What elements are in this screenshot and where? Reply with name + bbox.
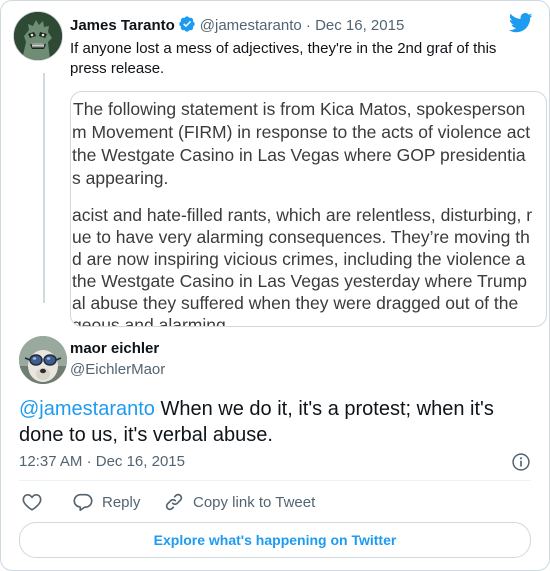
- reply-date: Dec 16, 2015: [95, 453, 185, 470]
- divider: [19, 480, 531, 481]
- dog-avatar-icon: [19, 336, 67, 384]
- reply-bubble-icon: [73, 493, 93, 512]
- mention-link[interactable]: @jamestaranto: [19, 398, 155, 420]
- reply-author-name[interactable]: maor eichler: [70, 340, 159, 357]
- media-text-line: ue to have very alarming consequences. T…: [72, 227, 530, 247]
- parent-handle-date[interactable]: @jamestaranto · Dec 16, 2015: [200, 17, 405, 34]
- dot-separator: ·: [86, 453, 92, 470]
- info-icon[interactable]: [511, 452, 531, 472]
- media-text-line: m Movement (FIRM) in response to the act…: [72, 122, 531, 142]
- link-icon: [165, 493, 183, 511]
- media-text-line: d are now inspiring vicious crimes, incl…: [72, 249, 526, 269]
- tweet-embed-card: James Taranto @jamestaranto · Dec 16, 201…: [0, 0, 550, 571]
- media-text-line: al abuse they suffered when they were dr…: [72, 293, 519, 313]
- parent-author-name[interactable]: James Taranto: [70, 17, 175, 34]
- media-text-line: The following statement is from Kica Mat…: [73, 99, 526, 119]
- reply-author-avatar[interactable]: [19, 336, 67, 384]
- media-text-line: s appearing.: [72, 168, 169, 188]
- godzilla-icon: [14, 12, 62, 60]
- parent-author-handle: @jamestaranto: [199, 17, 302, 34]
- parent-tweet-text: If anyone lost a mess of adjectives, the…: [70, 40, 497, 77]
- parent-author-avatar[interactable]: [13, 11, 63, 61]
- press-release-image[interactable]: The following statement is from Kica Mat…: [70, 91, 547, 327]
- twitter-bird-icon[interactable]: [509, 13, 533, 33]
- parent-tweet-date: Dec 16, 2015: [315, 17, 405, 34]
- reply-timestamp[interactable]: 12:37 AM · Dec 16, 2015: [19, 453, 185, 470]
- media-text-line: acist and hate-filled rants, which are r…: [72, 205, 533, 225]
- thread-connector-line: [43, 73, 45, 303]
- parent-tweet-header: James Taranto @jamestaranto · Dec 16, 201…: [70, 15, 404, 34]
- heart-icon: [22, 494, 42, 511]
- reply-tweet-text: @jamestaranto When we do it, it's a prot…: [19, 396, 529, 448]
- reply-time: 12:37 AM: [19, 453, 83, 470]
- reply-button[interactable]: Reply: [72, 491, 140, 513]
- like-button[interactable]: [21, 491, 43, 513]
- media-text-line: the Westgate Casino in Las Vegas where G…: [72, 145, 526, 165]
- copy-link-button[interactable]: Copy link to Tweet: [163, 491, 315, 513]
- verified-badge-icon: [179, 16, 195, 32]
- dot-separator: ·: [305, 17, 311, 34]
- media-text-line: the Westgate Casino in Las Vegas yesterd…: [72, 271, 527, 291]
- reply-label: Reply: [102, 493, 141, 511]
- explore-twitter-button[interactable]: Explore what's happening on Twitter: [19, 522, 531, 558]
- reply-author-handle[interactable]: @EichlerMaor: [70, 361, 165, 378]
- copy-link-label: Copy link to Tweet: [193, 493, 316, 511]
- media-text-line: geous and alarming.: [72, 315, 231, 327]
